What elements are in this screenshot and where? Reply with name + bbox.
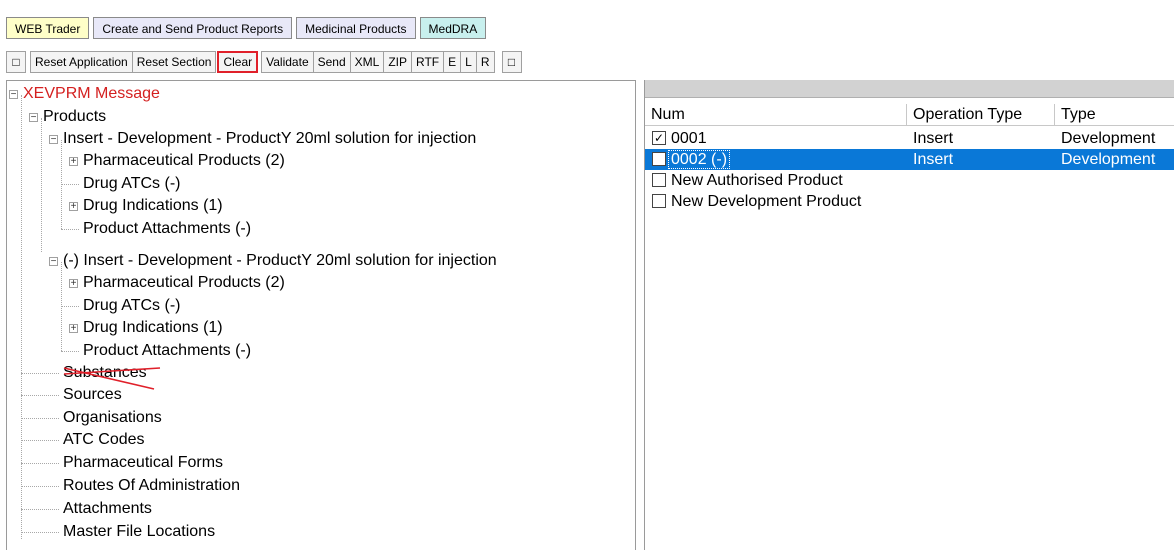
tree-line	[21, 463, 59, 464]
expand-icon[interactable]: +	[69, 202, 78, 212]
tree-node-organisations[interactable]: Organisations	[63, 407, 162, 429]
panel-splitter[interactable]	[636, 80, 644, 550]
product-list-panel: Num Operation Type Type ✓ 0001 Insert De…	[644, 80, 1174, 550]
l-button[interactable]: L	[460, 51, 477, 73]
collapse-left-button[interactable]: □	[6, 51, 26, 73]
row-checkbox[interactable]	[652, 152, 666, 166]
table-row[interactable]: ✓ 0001 Insert Development	[645, 128, 1174, 149]
tree-node-product-1[interactable]: Insert - Development - ProductY 20ml sol…	[63, 128, 476, 150]
tab-meddra[interactable]: MedDRA	[419, 17, 487, 39]
zip-button[interactable]: ZIP	[383, 51, 413, 73]
reset-section-button[interactable]: Reset Section	[131, 51, 217, 73]
expand-icon[interactable]: +	[69, 324, 78, 334]
tree-node-master-file-locations[interactable]: Master File Locations	[63, 521, 215, 543]
tree-node-p1-product-attachments[interactable]: Product Attachments (-)	[83, 218, 251, 240]
validate-button[interactable]: Validate	[261, 51, 314, 73]
tree-line	[61, 351, 79, 352]
tree-node-products[interactable]: Products	[43, 106, 106, 128]
tree-line	[21, 532, 59, 533]
expand-icon[interactable]: +	[69, 279, 78, 289]
rtf-button[interactable]: RTF	[411, 51, 445, 73]
row-checkbox[interactable]	[652, 173, 666, 187]
table-row[interactable]: New Authorised Product	[645, 170, 1174, 191]
row-checkbox[interactable]	[652, 194, 666, 208]
collapse-icon[interactable]: −	[9, 90, 18, 100]
tree-node-atc-codes[interactable]: ATC Codes	[63, 429, 145, 451]
column-header-operation-type[interactable]: Operation Type	[907, 104, 1055, 126]
table-row-selected[interactable]: 0002 (-) Insert Development	[645, 149, 1174, 170]
xml-button[interactable]: XML	[349, 51, 385, 73]
row-type: Development	[1061, 151, 1156, 168]
row-type: Development	[1061, 130, 1156, 147]
tree-line	[21, 486, 59, 487]
column-header-type[interactable]: Type	[1055, 104, 1174, 126]
row-num-text: 0002 (-)	[668, 150, 731, 169]
tab-web-trader[interactable]: WEB Trader	[6, 17, 90, 39]
tree-node-p1-drug-atcs[interactable]: Drug ATCs (-)	[83, 173, 180, 195]
tree-line	[21, 95, 22, 539]
tree-node-product-2[interactable]: (-) Insert - Development - ProductY 20ml…	[63, 250, 497, 272]
row-num: New Authorised Product	[671, 172, 843, 189]
reset-application-button[interactable]: Reset Application	[30, 51, 133, 73]
tree-line	[61, 184, 79, 185]
tree-line	[21, 395, 59, 396]
tab-medicinal-products[interactable]: Medicinal Products	[296, 17, 416, 39]
tree-line	[21, 373, 59, 374]
tree-node-p1-pharmaceutical-products[interactable]: Pharmaceutical Products (2)	[83, 150, 285, 172]
tree-root-xevprm[interactable]: XEVPRM Message	[23, 83, 160, 105]
tree-line	[41, 118, 42, 252]
tree-line	[21, 509, 59, 510]
toolbar: □ Reset Application Reset Section Clear …	[6, 50, 522, 74]
collapse-right-button[interactable]: □	[501, 51, 522, 73]
tree-node-attachments[interactable]: Attachments	[63, 498, 152, 520]
send-button[interactable]: Send	[312, 51, 351, 73]
tree-node-pharmaceutical-forms[interactable]: Pharmaceutical Forms	[63, 452, 223, 474]
row-num: 0002 (-)	[668, 149, 731, 170]
tree-line	[61, 229, 79, 230]
xevprm-tree: − − − + + − + + XEVPRM Message Products …	[6, 80, 636, 550]
top-strip	[0, 0, 1174, 8]
tree-line	[21, 440, 59, 441]
expand-icon[interactable]: +	[69, 157, 78, 167]
row-operation-type: Insert	[913, 130, 954, 147]
row-checkbox[interactable]: ✓	[652, 131, 666, 145]
strike-through-mark	[63, 367, 161, 390]
column-header-num[interactable]: Num	[645, 104, 907, 126]
tree-node-p1-drug-indications[interactable]: Drug Indications (1)	[83, 195, 223, 217]
r-button[interactable]: R	[475, 51, 495, 73]
tree-node-p2-pharmaceutical-products[interactable]: Pharmaceutical Products (2)	[83, 272, 285, 294]
collapse-icon[interactable]: −	[29, 113, 38, 123]
tree-line	[21, 418, 59, 419]
tree-line	[61, 306, 79, 307]
collapse-icon[interactable]: −	[49, 257, 58, 267]
row-num: 0001	[671, 130, 707, 147]
row-operation-type: Insert	[913, 151, 954, 168]
tree-node-routes-of-administration[interactable]: Routes Of Administration	[63, 475, 240, 497]
tree-node-p2-drug-indications[interactable]: Drug Indications (1)	[83, 317, 223, 339]
e-button[interactable]: E	[443, 51, 462, 73]
tab-create-send-reports[interactable]: Create and Send Product Reports	[93, 17, 293, 39]
clear-button[interactable]: Clear	[217, 51, 259, 73]
table-row[interactable]: New Development Product	[645, 191, 1174, 212]
main-tabs: WEB Trader Create and Send Product Repor…	[6, 17, 487, 41]
collapse-icon[interactable]: −	[49, 135, 58, 145]
status-bar	[645, 80, 1174, 98]
tree-node-p2-product-attachments[interactable]: Product Attachments (-)	[83, 340, 251, 362]
row-num: New Development Product	[671, 193, 862, 210]
tree-node-p2-drug-atcs[interactable]: Drug ATCs (-)	[83, 295, 180, 317]
